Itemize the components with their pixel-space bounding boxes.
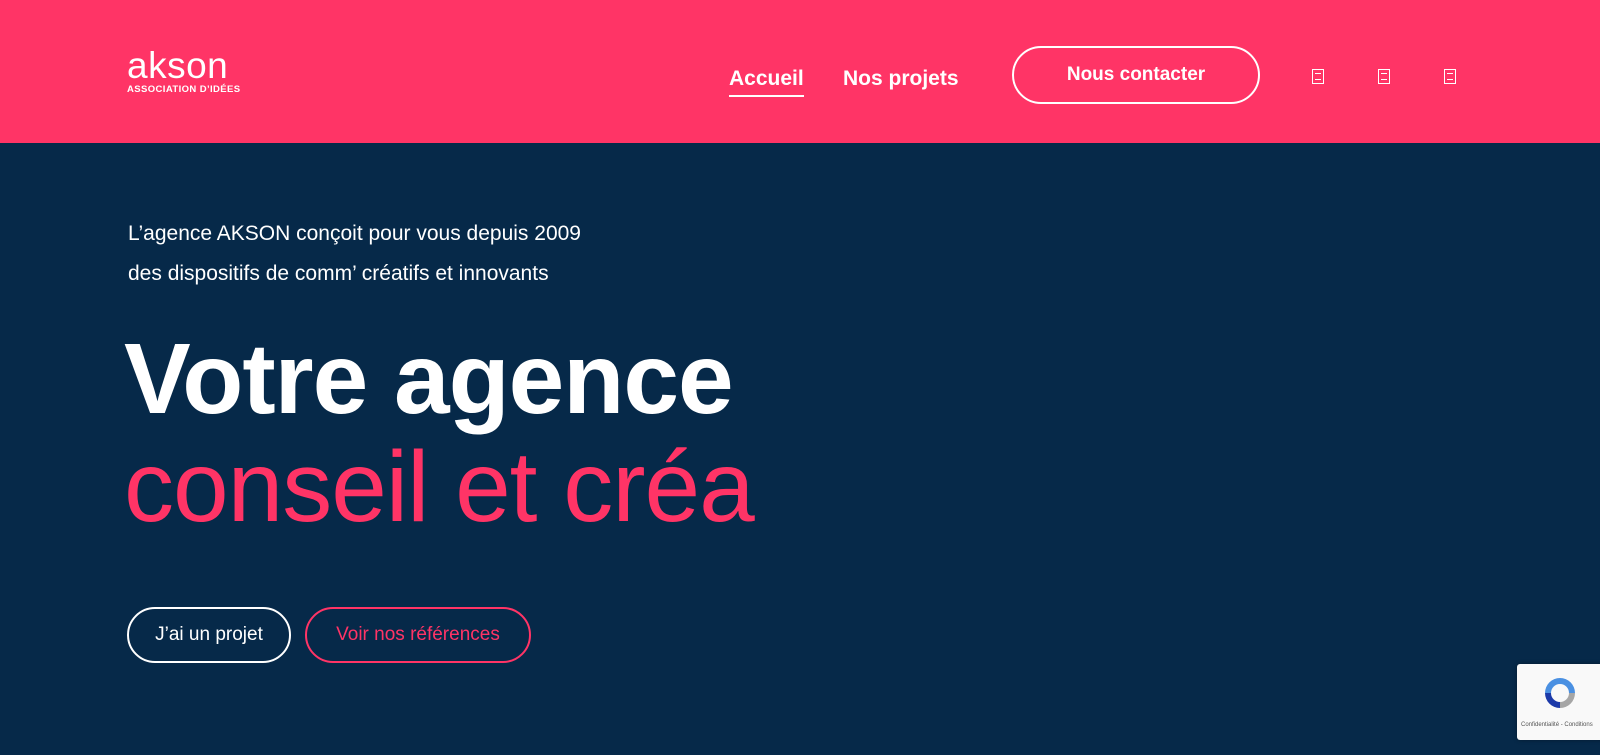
hero-intro-line-1: L’agence AKSON conçoit pour vous depuis … <box>128 222 581 245</box>
social-icon-3[interactable] <box>1444 69 1456 84</box>
hero-intro: L’agence AKSON conçoit pour vous depuis … <box>128 214 581 294</box>
headline-line-1: Votre agence <box>124 323 734 435</box>
recaptcha-icon <box>1545 678 1575 708</box>
logo-tagline: ASSOCIATION D’IDÉES <box>127 84 241 95</box>
contact-button[interactable]: Nous contacter <box>1012 46 1260 104</box>
recaptcha-badge[interactable]: Confidentialité - Conditions <box>1517 664 1600 740</box>
header-bar: akson ASSOCIATION D’IDÉES Accueil Nos pr… <box>0 0 1600 143</box>
logo-wordmark: akson <box>127 45 229 86</box>
references-button[interactable]: Voir nos références <box>305 607 531 663</box>
social-icon-2[interactable] <box>1378 69 1390 84</box>
hero-intro-line-2: des dispositifs de comm’ créatifs et inn… <box>128 262 549 285</box>
social-icon-1[interactable] <box>1312 69 1324 84</box>
nav-accueil[interactable]: Accueil <box>729 66 804 97</box>
akson-logo[interactable]: akson ASSOCIATION D’IDÉES <box>127 45 257 95</box>
hero-headline: Votre agence conseil et créa <box>124 323 755 543</box>
headline-line-2: conseil et créa <box>124 431 755 543</box>
recaptcha-footer-text[interactable]: Confidentialité - Conditions <box>1521 722 1593 728</box>
nav-nos-projets[interactable]: Nos projets <box>843 66 959 92</box>
page: akson ASSOCIATION D’IDÉES Accueil Nos pr… <box>0 0 1600 755</box>
project-button[interactable]: J’ai un projet <box>127 607 291 663</box>
